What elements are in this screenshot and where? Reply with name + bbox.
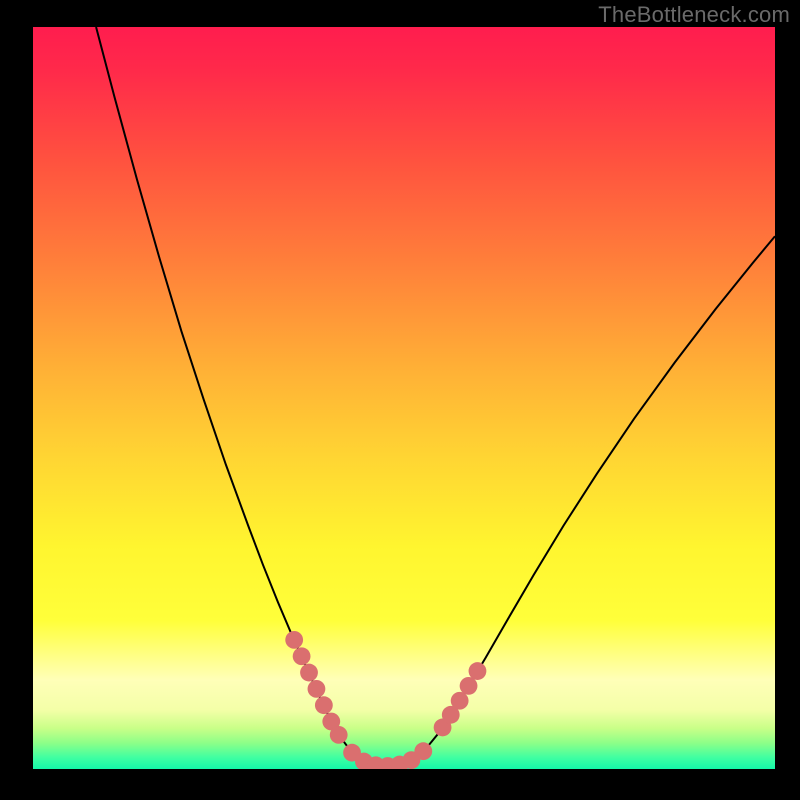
- marker-dot: [460, 677, 478, 695]
- watermark-text: TheBottleneck.com: [598, 2, 790, 28]
- marker-dot: [469, 662, 487, 680]
- chart-svg: [33, 27, 775, 769]
- marker-dot: [308, 680, 326, 698]
- marker-dot: [293, 647, 311, 665]
- marker-dot: [414, 742, 432, 760]
- marker-dot: [330, 726, 348, 744]
- chart-frame: TheBottleneck.com: [0, 0, 800, 800]
- gradient-background: [33, 27, 775, 769]
- marker-dot: [285, 631, 303, 649]
- marker-dot: [451, 692, 469, 710]
- plot-area: [33, 27, 775, 769]
- marker-dot: [315, 696, 333, 714]
- marker-dot: [300, 664, 318, 682]
